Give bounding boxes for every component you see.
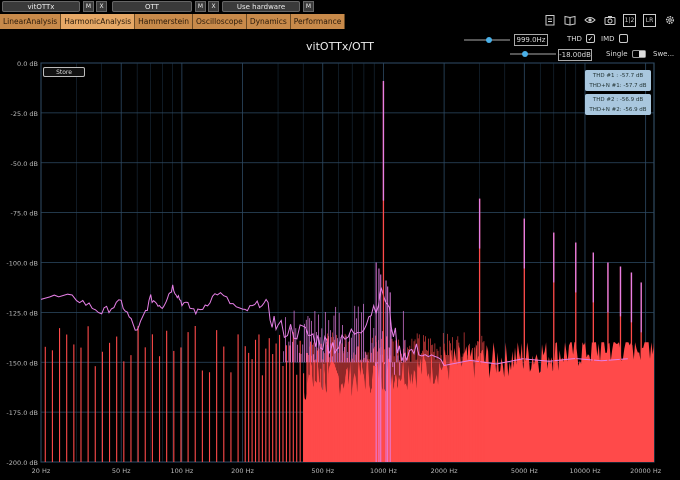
y-tick-label: -75.0 dB (11, 210, 38, 218)
x-tick-label: 10000 Hz (569, 467, 601, 475)
x-tick-label: 20 Hz (32, 467, 51, 475)
level-slider-knob[interactable] (522, 51, 528, 57)
x-tick-label: 500 Hz (311, 467, 334, 475)
thd-readout-2: THD #2 : -56.9 dB THD+N #2: -56.9 dB (585, 94, 651, 115)
thd-readout-1: THD #1 : -57.7 dB THD+N #1: -57.7 dB (585, 70, 651, 91)
thd-readout-1-line2: THD+N #1: -57.7 dB (589, 83, 647, 89)
y-tick-label: 0.0 dB (17, 60, 38, 68)
clipboard-icon[interactable] (543, 14, 556, 27)
frequency-field[interactable]: 999.0Hz (514, 34, 548, 46)
lr-icon[interactable]: LR (643, 14, 656, 27)
imd-checkbox[interactable] (619, 34, 628, 43)
single-sweep-toggle[interactable] (632, 50, 646, 58)
level-slider[interactable] (510, 51, 556, 57)
tab-oscilloscope[interactable]: Oscilloscope (193, 14, 247, 29)
y-tick-label: -200.0 dB (6, 459, 38, 467)
tab-performance[interactable]: Performance (290, 14, 346, 29)
tab-dynamics[interactable]: Dynamics (246, 14, 291, 29)
spectrum-chart: 0.0 dB -25.0 dB -50.0 dB -75.0 dB -100.0 dB -… (6, 60, 662, 475)
top-bar: vitOTTx M X OTT M X Use hardware M Linea… (0, 0, 680, 30)
x-tick-label: 20000 Hz (630, 467, 662, 475)
plugin-slot-3[interactable]: Use hardware (222, 1, 300, 12)
thd-checkbox[interactable]: ✓ (586, 34, 595, 43)
plugin-slot-1[interactable]: vitOTTx (2, 1, 80, 12)
slot-1-x-button[interactable]: X (96, 1, 107, 12)
plugin-slot-2[interactable]: OTT (112, 1, 192, 12)
book-icon[interactable] (563, 14, 576, 27)
eye-icon[interactable] (583, 14, 596, 27)
y-tick-label: -25.0 dB (11, 110, 38, 118)
toolbar-icons: 1|2 LR (543, 14, 676, 27)
store-button[interactable]: Store (43, 67, 85, 77)
thd-readout-2-line1: THD #2 : -56.9 dB (592, 97, 644, 103)
x-tick-label: 50 Hz (112, 467, 131, 475)
sweep-label: Swe... (653, 50, 675, 58)
tab-linearanalysis[interactable]: LinearAnalysis (0, 14, 62, 29)
tab-hammerstein[interactable]: Hammerstein (135, 14, 194, 29)
tab-bar: LinearAnalysis HarmonicAnalysis Hammerstei… (0, 14, 346, 29)
x-tick-label: 100 Hz (170, 467, 193, 475)
y-tick-label: -50.0 dB (11, 160, 38, 168)
slot-1-m-button[interactable]: M (83, 1, 94, 12)
y-tick-label: -150.0 dB (6, 359, 38, 367)
tab-harmonicanalysis[interactable]: HarmonicAnalysis (61, 14, 136, 29)
y-tick-label: -175.0 dB (6, 409, 38, 417)
thd-readout-2-line2: THD+N #2: -56.9 dB (589, 107, 647, 113)
frequency-slider-knob[interactable] (486, 37, 492, 43)
slot-2-x-button[interactable]: X (208, 1, 219, 12)
y-tick-label: -125.0 dB (6, 309, 38, 317)
x-tick-label: 1000 Hz (370, 467, 397, 475)
imd-label: IMD (601, 35, 615, 43)
single-label: Single (606, 50, 628, 58)
x-tick-label: 200 Hz (231, 467, 254, 475)
y-tick-label: -100.0 dB (6, 260, 38, 268)
frequency-slider[interactable] (464, 37, 510, 43)
slot-3-m-button[interactable]: M (303, 1, 314, 12)
x-tick-label: 2000 Hz (431, 467, 458, 475)
gear-icon[interactable] (663, 14, 676, 27)
thd-readout-1-line1: THD #1 : -57.7 dB (592, 73, 644, 79)
thd-label: THD (567, 35, 582, 43)
x-tick-label: 5000 Hz (511, 467, 538, 475)
slot-2-m-button[interactable]: M (195, 1, 206, 12)
one-two-icon[interactable]: 1|2 (623, 14, 636, 27)
camera-icon[interactable] (603, 14, 616, 27)
